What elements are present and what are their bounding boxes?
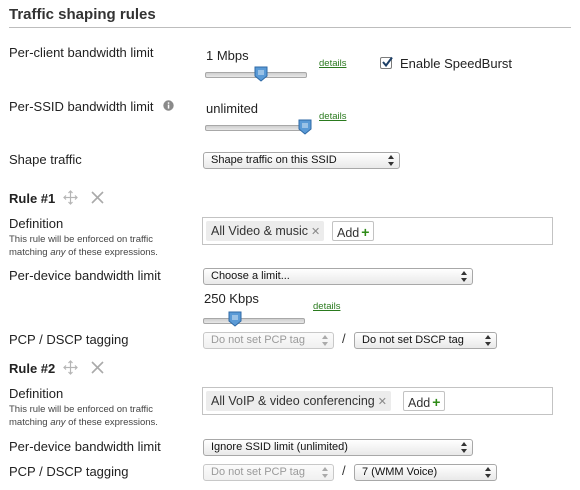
rule-1-pcp-select[interactable]: Do not set PCP tag [203,332,334,349]
rule-2-per-device-label: Per-device bandwidth limit [9,439,161,454]
section-title: Traffic shaping rules [9,6,156,23]
rule-2-dscp-select-value: 7 (WMM Voice) [362,466,438,478]
close-icon[interactable] [91,361,104,374]
rule-2-pcp-select[interactable]: Do not set PCP tag [203,464,334,481]
select-arrows-icon [485,467,491,478]
plus-icon: + [361,224,370,240]
plus-icon: + [432,394,441,410]
shape-traffic-label: Shape traffic [9,152,82,167]
per-client-slider-handle[interactable] [254,66,268,82]
rule-2-expression-box[interactable]: All VoIP & video conferencing ✕ Add + [202,387,553,415]
rule-2-per-device-select[interactable]: Ignore SSID limit (unlimited) [203,439,473,456]
rule-1-per-device-value: 250 Kbps [204,291,259,306]
rule-1-expression-box[interactable]: All Video & music ✕ Add + [202,217,553,245]
rule-1-per-device-label: Per-device bandwidth limit [9,268,161,283]
select-arrows-icon [388,155,394,166]
rule-2-per-device-select-value: Ignore SSID limit (unlimited) [211,441,348,453]
rule-1-dscp-select-value: Do not set DSCP tag [362,334,464,346]
rule-1-per-device-select-value: Choose a limit... [211,270,290,282]
rule-2-add-label: Add [408,396,431,410]
rule-1-tag-separator: / [342,331,346,346]
rule-1-definition-note-line1: This rule will be enforced on traffic [9,234,153,245]
rule-2-pcp-select-value: Do not set PCP tag [211,466,305,478]
per-ssid-details-link[interactable]: details [319,111,346,122]
rule-1-title: Rule #1 [9,191,56,206]
move-icon[interactable] [63,190,78,205]
rule-2-add-button[interactable]: Add + [403,391,446,411]
rule-1-dscp-select[interactable]: Do not set DSCP tag [354,332,497,349]
rule-2-dscp-select[interactable]: 7 (WMM Voice) [354,464,497,481]
remove-tag-icon[interactable]: ✕ [311,226,320,238]
select-arrows-icon [485,335,491,346]
rule-2-definition-label: Definition [9,386,64,401]
info-icon[interactable] [163,100,174,111]
select-arrows-icon [322,335,328,346]
section-divider [9,27,571,28]
shape-traffic-select-value: Shape traffic on this SSID [211,154,337,166]
checkmark-icon [382,56,393,68]
rule-1-details-link[interactable]: details [313,301,340,312]
speedburst-checkbox[interactable] [380,56,393,69]
rule-1-per-device-select[interactable]: Choose a limit... [203,268,473,285]
close-icon[interactable] [91,191,104,204]
rule-1-add-label: Add [337,226,360,240]
rule-2-pcp-dscp-label: PCP / DSCP tagging [9,464,129,479]
select-arrows-icon [322,467,328,478]
rule-1-slider-handle[interactable] [228,311,242,327]
per-ssid-slider-handle[interactable] [298,119,312,135]
rule-2-expression-tag-label: All VoIP & video conferencing [211,394,375,408]
rule-1-slider-track[interactable] [203,318,305,324]
rule-1-expression-tag: All Video & music ✕ [206,221,325,241]
per-client-limit-label: Per-client bandwidth limit [9,45,154,60]
per-ssid-slider-track[interactable] [205,125,307,131]
rule-1-add-button[interactable]: Add + [332,221,375,241]
rule-1-expression-tag-label: All Video & music [211,224,309,238]
per-client-limit-value: 1 Mbps [206,48,249,63]
shape-traffic-select[interactable]: Shape traffic on this SSID [203,152,400,169]
select-arrows-icon [461,271,467,282]
rule-1-definition-label: Definition [9,216,64,231]
select-arrows-icon [461,442,467,453]
rule-1-definition-note-line2: matching any of these expressions. [9,247,158,258]
rule-2-expression-tag: All VoIP & video conferencing ✕ [206,391,391,411]
rule-2-title: Rule #2 [9,361,56,376]
rule-1-pcp-dscp-label: PCP / DSCP tagging [9,332,129,347]
speedburst-label[interactable]: Enable SpeedBurst [400,56,512,71]
per-client-details-link[interactable]: details [319,58,346,69]
remove-tag-icon[interactable]: ✕ [378,396,387,408]
rule-2-definition-note-line2: matching any of these expressions. [9,417,158,428]
rule-1-pcp-select-value: Do not set PCP tag [211,334,305,346]
rule-2-tag-separator: / [342,463,346,478]
per-ssid-limit-value: unlimited [206,101,259,116]
rule-2-definition-note-line1: This rule will be enforced on traffic [9,404,153,415]
move-icon[interactable] [63,360,78,375]
per-ssid-limit-label: Per-SSID bandwidth limit [9,99,154,114]
